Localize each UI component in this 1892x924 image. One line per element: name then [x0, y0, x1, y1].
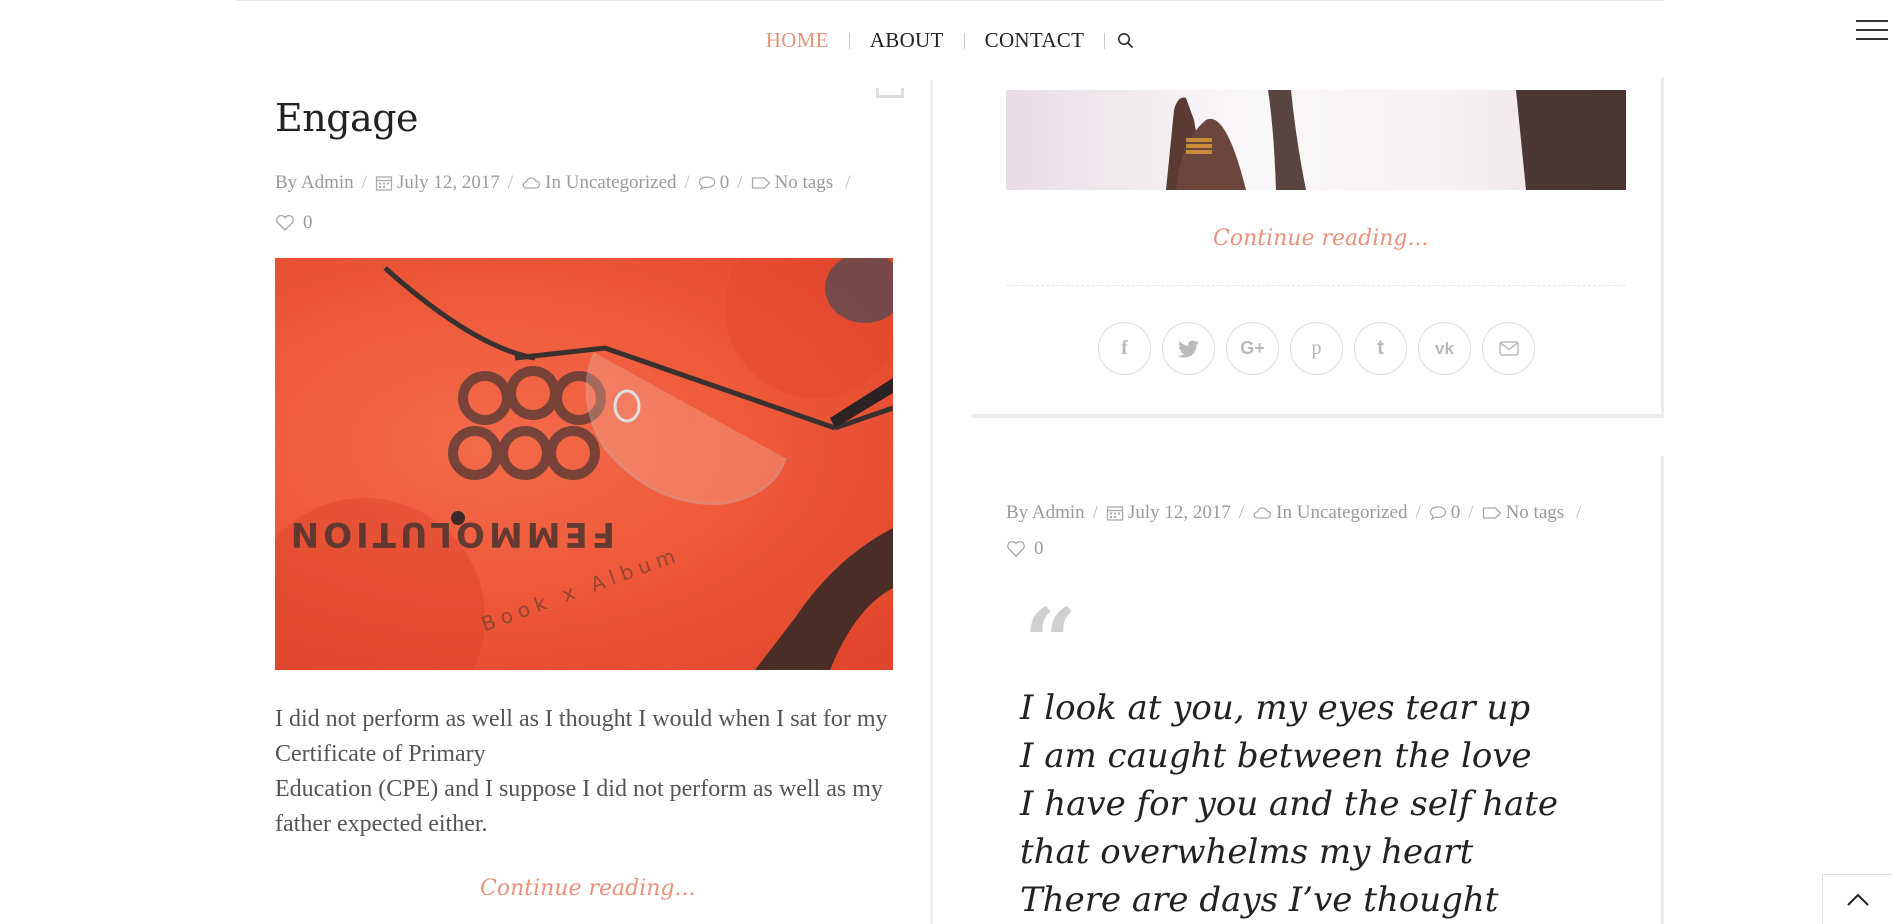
post-author[interactable]: By Admin	[1006, 502, 1085, 524]
tag-icon	[751, 177, 770, 189]
twitter-share-button[interactable]	[1162, 322, 1215, 375]
post-likes-right[interactable]: 0	[1006, 538, 1044, 560]
share-buttons: f G+ p t vk	[1098, 322, 1535, 375]
tumblr-share-button[interactable]: t	[1354, 322, 1407, 375]
share-divider	[1006, 285, 1626, 286]
post-comment-count[interactable]: 0	[720, 172, 730, 194]
post-quote: I look at you, my eyes tear up I am caug…	[1020, 684, 1580, 924]
facebook-share-button[interactable]: f	[1098, 322, 1151, 375]
post-meta: By Admin / July 12, 2017 / In Uncategori…	[275, 172, 851, 194]
photo-text-femmolution: FEMMOLUTION	[287, 514, 615, 554]
post-comment-count[interactable]: 0	[1451, 502, 1461, 524]
post-title[interactable]: Engage	[275, 96, 419, 140]
vk-share-button[interactable]: vk	[1418, 322, 1471, 375]
tumblr-icon: t	[1377, 337, 1384, 359]
quote-line-1: I look at you, my eyes tear up	[1020, 688, 1531, 728]
quote-line-3: I have for you and the self hate	[1020, 784, 1559, 824]
post-date[interactable]: July 12, 2017	[397, 172, 500, 194]
search-button[interactable]	[1105, 32, 1146, 49]
twitter-icon	[1177, 340, 1199, 358]
hamburger-menu-icon[interactable]	[1856, 20, 1888, 40]
pinterest-share-button[interactable]: p	[1290, 322, 1343, 375]
facebook-icon: f	[1121, 337, 1128, 359]
post-excerpt: I did not perform as well as I thought I…	[275, 702, 895, 842]
post-meta-right: By Admin / July 12, 2017 / In Uncategori…	[1006, 502, 1582, 524]
column-divider	[930, 80, 933, 924]
photo-text-subtitle: Book x Album	[478, 542, 684, 637]
post-category[interactable]: In Uncategorized	[545, 172, 676, 194]
continue-reading-link[interactable]: Continue reading...	[480, 876, 695, 901]
post-likes[interactable]: 0	[275, 212, 313, 234]
continue-reading-link-right[interactable]: Continue reading...	[1213, 226, 1428, 251]
cloud-icon	[1253, 507, 1272, 519]
pinterest-icon: p	[1311, 337, 1322, 359]
calendar-icon	[1106, 506, 1124, 521]
quote-line-2: I am caught between the love	[1020, 736, 1532, 776]
post-featured-image-right[interactable]	[1006, 90, 1626, 190]
excerpt-line-2: Education (CPE) and I suppose I did not …	[275, 776, 883, 837]
post-featured-image[interactable]: FEMMOLUTION Book x Album	[275, 258, 893, 670]
main-nav: HOME ABOUT CONTACT	[0, 28, 1892, 53]
post-tags: No tags	[1505, 502, 1565, 523]
nav-contact[interactable]: CONTACT	[965, 28, 1105, 53]
post-author[interactable]: By Admin	[275, 172, 354, 194]
post-category[interactable]: In Uncategorized	[1276, 502, 1407, 524]
comment-icon	[1429, 506, 1446, 521]
quote-mark-icon: “	[1024, 588, 1077, 696]
cloud-icon	[522, 177, 541, 189]
email-share-button[interactable]	[1482, 322, 1535, 375]
comment-icon	[698, 176, 715, 191]
heart-icon	[1007, 540, 1025, 557]
card-corner-decoration	[876, 88, 904, 98]
post-like-count: 0	[303, 212, 313, 233]
calendar-icon	[375, 176, 393, 191]
search-icon	[1118, 33, 1134, 49]
top-divider	[237, 0, 1664, 1]
nav-home[interactable]: HOME	[746, 28, 849, 53]
excerpt-line-1: I did not perform as well as I thought I…	[275, 706, 888, 767]
vk-icon: vk	[1435, 338, 1454, 358]
post-date[interactable]: July 12, 2017	[1128, 502, 1231, 524]
post-tags: No tags	[774, 172, 834, 193]
google-plus-share-button[interactable]: G+	[1226, 322, 1279, 375]
google-plus-icon: G+	[1240, 338, 1265, 358]
quote-line-5: There are days I’ve thought	[1020, 880, 1499, 920]
heart-icon	[276, 214, 294, 231]
post-like-count: 0	[1034, 538, 1044, 559]
scroll-to-top-button[interactable]	[1822, 874, 1892, 924]
chevron-up-icon	[1846, 893, 1869, 906]
nav-about[interactable]: ABOUT	[850, 28, 964, 53]
email-icon	[1498, 341, 1519, 356]
tag-icon	[1482, 507, 1501, 519]
quote-line-4: that overwhelms my heart	[1020, 832, 1474, 872]
